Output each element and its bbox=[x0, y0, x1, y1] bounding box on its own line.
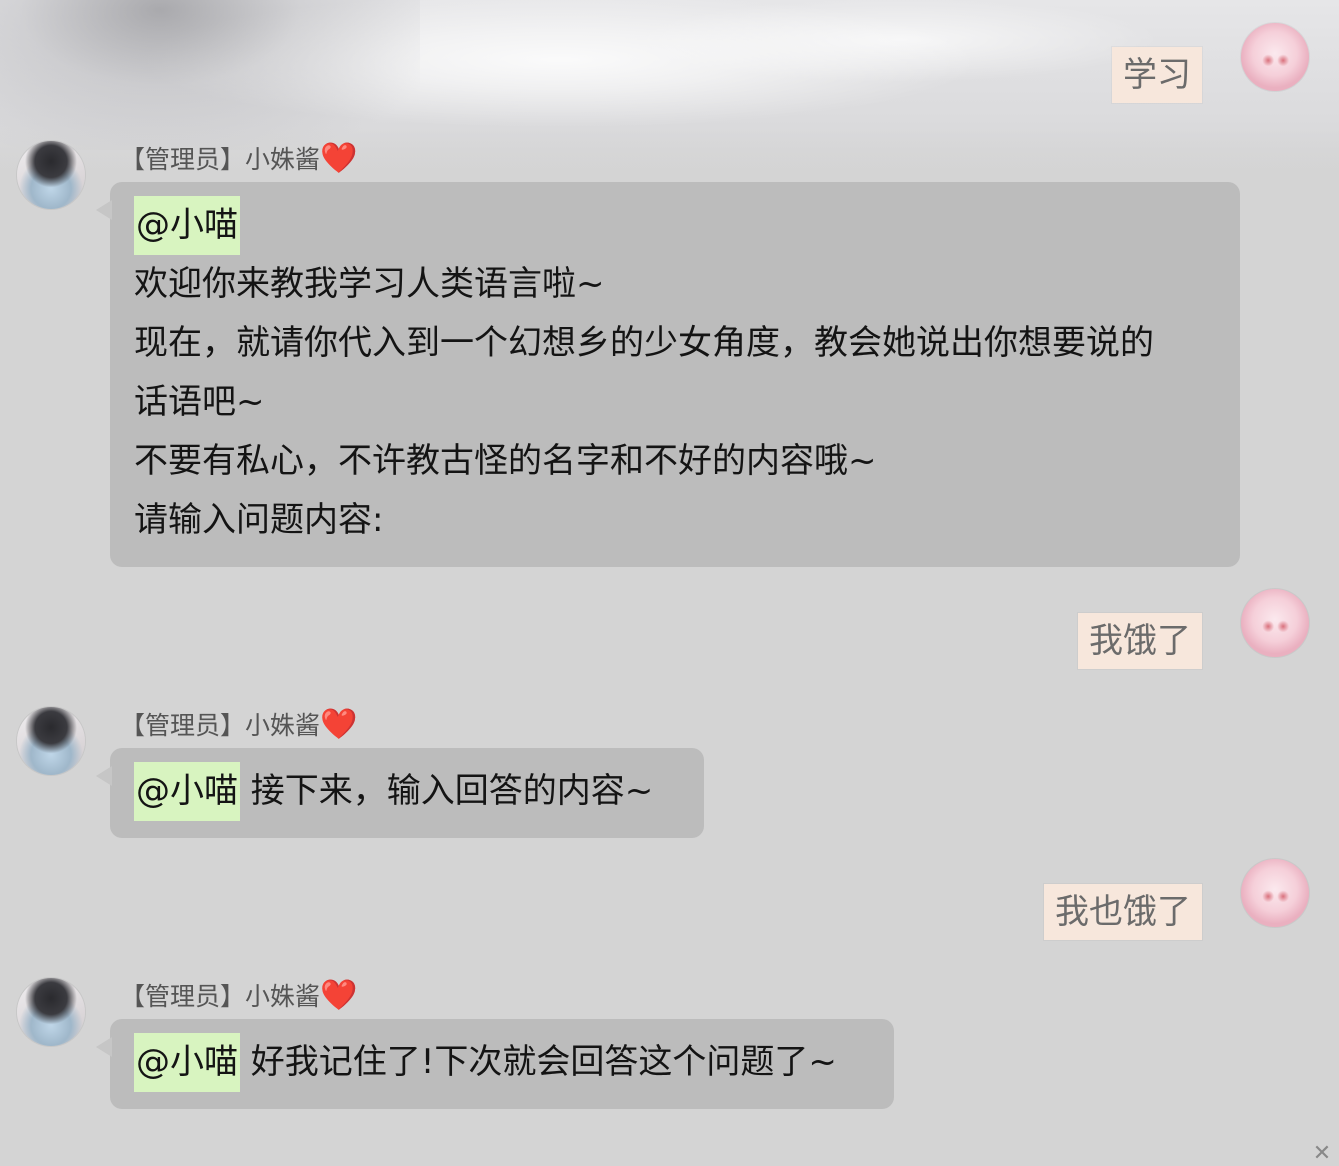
sender-name: 【管理员】小姝酱❤️ bbox=[120, 140, 357, 176]
message-line: 欢迎你来教我学习人类语言啦~ bbox=[134, 264, 605, 304]
message-line: 现在，就请你代入到一个幻想乡的少女角度，教会她说出你想要说的 bbox=[134, 323, 1154, 363]
sender-label: 【管理员】小姝酱 bbox=[120, 982, 321, 1011]
self-avatar[interactable] bbox=[1241, 589, 1309, 657]
sender-label: 【管理员】小姝酱 bbox=[120, 711, 321, 740]
outgoing-message-bubble[interactable]: 学习 bbox=[1112, 47, 1202, 103]
mention-tag[interactable]: @小喵 bbox=[134, 1033, 240, 1092]
admin-avatar[interactable] bbox=[17, 141, 85, 209]
outgoing-message-bubble[interactable]: 我也饿了 bbox=[1044, 884, 1202, 940]
message-line: 请输入问题内容: bbox=[134, 500, 384, 540]
admin-avatar[interactable] bbox=[17, 978, 85, 1046]
outgoing-message-bubble[interactable]: 我饿了 bbox=[1078, 613, 1202, 669]
message-line: @小喵 好我记住了!下次就会回答这个问题了~ bbox=[134, 1033, 870, 1092]
heart-icon: ❤️ bbox=[320, 141, 358, 176]
incoming-message-bubble[interactable]: @小喵 欢迎你来教我学习人类语言啦~ 现在，就请你代入到一个幻想乡的少女角度，教… bbox=[96, 182, 1240, 567]
sender-name: 【管理员】小姝酱❤️ bbox=[120, 706, 357, 742]
message-text: 接下来，输入回答的内容~ bbox=[240, 771, 654, 811]
heart-icon: ❤️ bbox=[320, 707, 358, 742]
sender-name: 【管理员】小姝酱❤️ bbox=[120, 977, 357, 1013]
mention-tag[interactable]: @小喵 bbox=[134, 196, 240, 255]
message-line: 话语吧~ bbox=[134, 382, 265, 422]
mention-tag[interactable]: @小喵 bbox=[134, 762, 240, 821]
message-text: 好我记住了!下次就会回答这个问题了~ bbox=[240, 1042, 837, 1082]
self-avatar[interactable] bbox=[1241, 23, 1309, 91]
message-line: 不要有私心，不许教古怪的名字和不好的内容哦~ bbox=[134, 441, 877, 481]
self-avatar[interactable] bbox=[1241, 859, 1309, 927]
incoming-message-bubble[interactable]: @小喵 好我记住了!下次就会回答这个问题了~ bbox=[96, 1019, 894, 1109]
message-line: @小喵 bbox=[134, 196, 1216, 255]
message-line: @小喵 接下来，输入回答的内容~ bbox=[134, 762, 680, 821]
admin-avatar[interactable] bbox=[17, 707, 85, 775]
close-icon[interactable]: ✕ bbox=[1311, 1143, 1333, 1165]
incoming-message-bubble[interactable]: @小喵 接下来，输入回答的内容~ bbox=[96, 748, 704, 838]
heart-icon: ❤️ bbox=[320, 978, 358, 1013]
sender-label: 【管理员】小姝酱 bbox=[120, 145, 321, 174]
